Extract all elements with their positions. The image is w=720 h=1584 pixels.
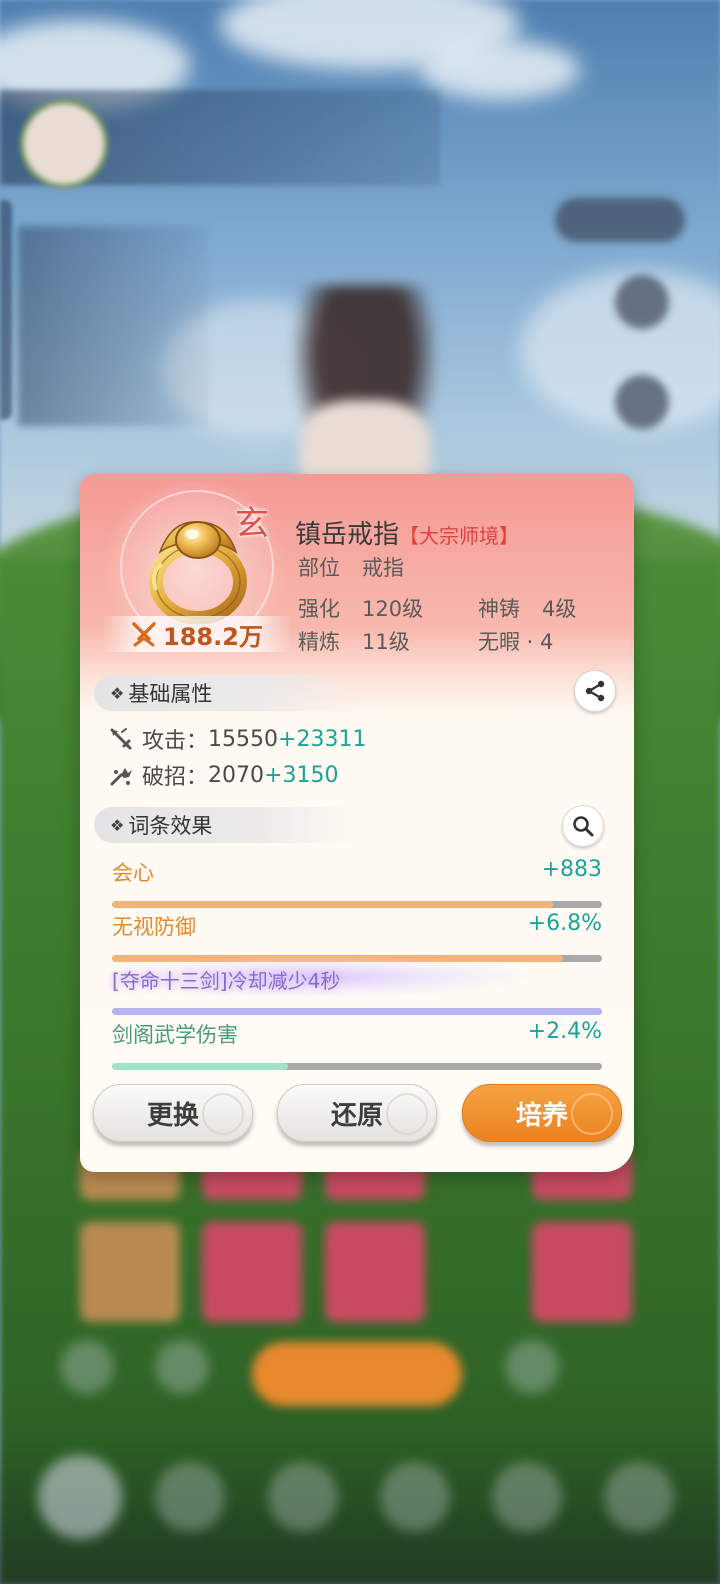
- attribute-panel: [18, 226, 208, 426]
- affix-bar-fill: [112, 1063, 289, 1070]
- affix-effects-header: ❖ 词条效果: [94, 807, 360, 843]
- menu-icon[interactable]: [60, 1340, 114, 1394]
- replace-label: 更换: [146, 1100, 199, 1131]
- slot-info: 部位 戒指: [298, 552, 404, 582]
- diamond-icon: ❖: [110, 815, 125, 835]
- refine-info: 精炼 11级: [298, 626, 410, 656]
- affix-bar: [112, 1008, 602, 1015]
- nav-item[interactable]: [380, 1462, 450, 1532]
- menu-icon[interactable]: [505, 1340, 559, 1394]
- section-title: 基础属性: [128, 682, 213, 706]
- swirl-decoration: [571, 1093, 613, 1135]
- side-handle[interactable]: [0, 200, 12, 420]
- affix-bar-fill: [112, 1008, 602, 1015]
- item-realm: 【大宗师境】: [399, 524, 520, 548]
- forge-info: 神铸 4级: [478, 593, 576, 623]
- nav-item[interactable]: [604, 1462, 674, 1532]
- side-button[interactable]: [615, 275, 669, 329]
- flawless-info: 无暇 · 4: [478, 630, 554, 654]
- power-value: 188.2万: [163, 622, 263, 651]
- replace-button[interactable]: 更换: [93, 1084, 253, 1142]
- affix-bar: [112, 1063, 602, 1070]
- affix-value: +6.8%: [527, 911, 602, 936]
- diamond-icon: ❖: [110, 683, 125, 703]
- base-attributes-header: ❖ 基础属性: [94, 675, 360, 711]
- nav-item[interactable]: [492, 1462, 562, 1532]
- forge-value: 4级: [542, 597, 577, 621]
- affix-bar-fill: [112, 901, 553, 908]
- swirl-decoration: [202, 1093, 244, 1135]
- cultivate-label: 培养: [515, 1100, 568, 1131]
- refine-label: 精炼: [298, 630, 340, 654]
- cultivate-button[interactable]: 培养: [462, 1084, 622, 1142]
- restore-button[interactable]: 还原: [277, 1084, 437, 1142]
- equipment-slot[interactable]: [202, 1222, 302, 1322]
- nav-item[interactable]: [155, 1462, 225, 1532]
- break-icon: [110, 768, 132, 786]
- search-icon: [573, 816, 594, 837]
- one-click-button[interactable]: [252, 1342, 462, 1406]
- equipment-detail-card: 玄 188.2万 镇岳戒指 【大宗师境】 部位 戒指 强化 120级 神铸 4级 精炼…: [80, 474, 634, 1172]
- affix-search-button[interactable]: [562, 805, 604, 847]
- equipment-slot[interactable]: [80, 1222, 180, 1322]
- swirl-decoration: [386, 1093, 428, 1135]
- forge-label: 神铸: [478, 597, 520, 621]
- equipment-slot[interactable]: [325, 1222, 425, 1322]
- section-title: 词条效果: [128, 814, 213, 838]
- stat-base: 2070: [208, 762, 265, 788]
- stat-row-break: 破招： 2070 +3150: [108, 759, 338, 791]
- currency-pill[interactable]: [555, 198, 685, 242]
- enhance-value: 120级: [362, 597, 424, 621]
- item-name: 镇岳戒指: [295, 520, 400, 550]
- slot-label: 部位: [298, 556, 340, 580]
- stat-label: 攻击：: [142, 729, 209, 754]
- enhance-label: 强化: [298, 597, 340, 621]
- swords-icon: [132, 622, 156, 647]
- stat-bonus: +3150: [264, 762, 339, 788]
- affix-row-special: [夺命十三剑]冷却减少4秒: [108, 957, 602, 1015]
- affix-row: 剑阁武学伤害 +2.4%: [112, 1019, 602, 1070]
- item-title: 镇岳戒指 【大宗师境】: [295, 514, 519, 551]
- affix-name: [夺命十三剑]冷却减少4秒: [112, 969, 341, 993]
- affix-name: 剑阁武学伤害: [112, 1023, 238, 1047]
- tier-badge: 玄: [235, 504, 269, 544]
- slot-value: 戒指: [362, 556, 404, 580]
- enhance-info: 强化 120级: [298, 593, 423, 623]
- equipment-slot[interactable]: [532, 1222, 632, 1322]
- menu-icon[interactable]: [155, 1340, 209, 1394]
- affix-bar: [112, 901, 602, 908]
- power-score: 188.2万: [102, 616, 292, 652]
- affix-name: 无视防御: [112, 915, 196, 939]
- affix-row: 会心 +883: [112, 857, 602, 908]
- attack-icon: [110, 728, 132, 750]
- affix-row: 无视防御 +6.8%: [112, 911, 602, 962]
- nav-item-home[interactable]: [38, 1455, 122, 1539]
- refine-value: 11级: [362, 630, 410, 654]
- stat-label: 破招：: [142, 765, 209, 790]
- affix-value: +883: [541, 857, 602, 882]
- nav-item[interactable]: [268, 1462, 338, 1532]
- share-button[interactable]: [574, 670, 616, 712]
- share-icon: [585, 680, 605, 702]
- side-button[interactable]: [615, 375, 669, 429]
- cloud: [420, 40, 580, 100]
- affix-name: 会心: [112, 861, 154, 885]
- stat-row-attack: 攻击： 15550 +23311: [108, 723, 366, 755]
- stat-base: 15550: [208, 726, 279, 752]
- restore-label: 还原: [330, 1100, 383, 1131]
- stat-bonus: +23311: [278, 726, 367, 752]
- affix-value: +2.4%: [527, 1019, 602, 1044]
- player-avatar[interactable]: [20, 100, 108, 188]
